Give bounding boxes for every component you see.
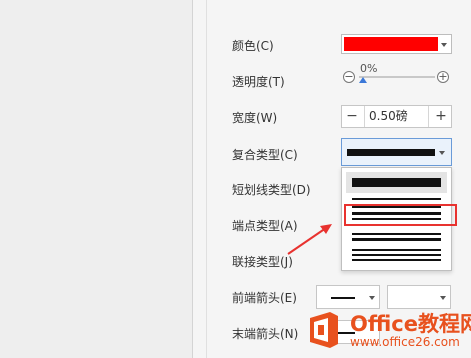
chevron-down-icon <box>441 43 447 47</box>
width-stepper[interactable]: − 0.50磅 + <box>341 105 452 128</box>
compound-option-single[interactable] <box>346 172 447 193</box>
office-logo-icon <box>310 312 338 348</box>
color-swatch <box>344 37 438 51</box>
chevron-down-icon <box>369 296 375 300</box>
color-label: 颜色(C) <box>232 39 274 53</box>
slider-track[interactable] <box>359 76 435 78</box>
compound-type-select[interactable] <box>341 138 452 166</box>
left-pane <box>0 0 192 358</box>
minus-icon[interactable]: − <box>343 71 355 83</box>
annotation-arrow-icon <box>287 224 332 255</box>
arrow-style-preview <box>331 297 355 299</box>
highlight-box <box>344 204 457 226</box>
start-arrow-label: 前端箭头(E) <box>232 291 297 305</box>
panel-inner-border <box>206 0 207 358</box>
dash-type-label: 短划线类型(D) <box>232 183 311 197</box>
chevron-down-icon <box>439 151 445 155</box>
transparency-value: 0% <box>360 62 378 75</box>
transparency-label: 透明度(T) <box>232 75 285 89</box>
chevron-down-icon <box>440 296 446 300</box>
watermark: Office教程网 www.office26.com <box>300 304 471 358</box>
plus-icon[interactable]: + <box>437 71 449 83</box>
width-decrease-button[interactable]: − <box>342 106 362 127</box>
slider-thumb[interactable] <box>359 77 367 83</box>
width-input[interactable]: 0.50磅 <box>364 106 429 127</box>
width-label: 宽度(W) <box>232 111 278 125</box>
watermark-title: Office教程网 <box>350 312 471 336</box>
color-picker[interactable] <box>341 34 452 54</box>
watermark-url: www.office26.com <box>350 335 460 349</box>
compound-type-label: 复合类型(C) <box>232 148 298 162</box>
transparency-slider[interactable]: − 0% + <box>343 62 453 86</box>
compound-preview <box>347 149 435 156</box>
width-increase-button[interactable]: + <box>431 106 451 127</box>
compound-option-triple[interactable] <box>346 247 447 268</box>
end-arrow-label: 末端箭头(N) <box>232 327 299 341</box>
